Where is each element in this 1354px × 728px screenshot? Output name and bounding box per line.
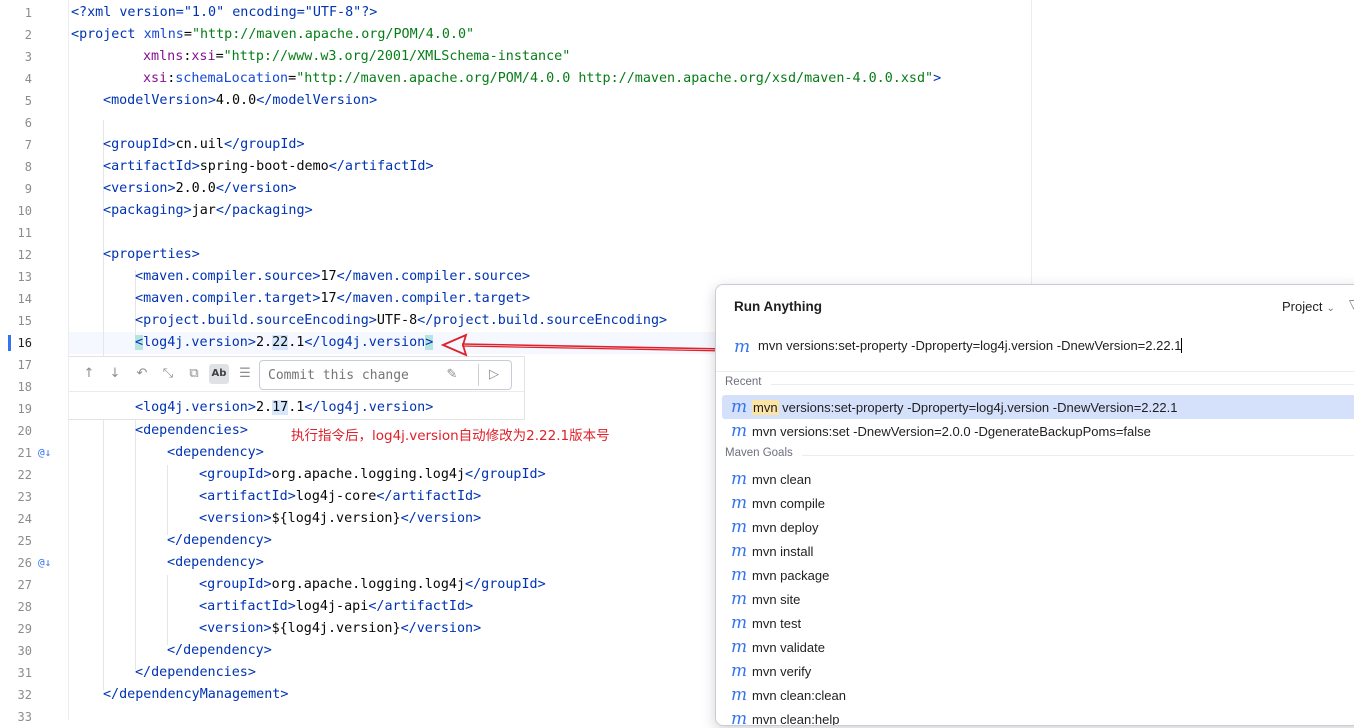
maven-icon: m: [731, 589, 748, 609]
maven-icon: m: [731, 661, 748, 681]
filter-icon[interactable]: ▽: [1349, 297, 1354, 311]
maven-goal-item[interactable]: m mvn deploy: [722, 515, 1354, 539]
run-anything-popup: Run Anything Project⌄ ▽ m mvn versions:s…: [715, 284, 1354, 726]
maven-icon: m: [731, 637, 748, 657]
maven-icon: m: [731, 397, 748, 417]
maven-icon: m: [731, 517, 748, 537]
scope-dropdown[interactable]: Project ⌄: [1282, 299, 1335, 314]
maven-goal-item[interactable]: m mvn clean: [722, 467, 1354, 491]
maven-icon: m: [731, 709, 748, 726]
maven-icon: m: [731, 613, 748, 633]
query-text[interactable]: mvn versions:set-property -Dproperty=log…: [758, 338, 1181, 353]
maven-goal-item[interactable]: m mvn site: [722, 587, 1354, 611]
recent-item[interactable]: m mvn versions:set -DnewVersion=2.0.0 -D…: [722, 419, 1354, 443]
popup-title: Run Anything: [734, 299, 822, 314]
maven-goal-label: mvn install: [752, 544, 814, 559]
maven-goal-label: mvn clean: [752, 472, 812, 487]
maven-icon: m: [731, 493, 748, 513]
recent-section-label: Recent: [725, 376, 762, 388]
maven-icon: m: [731, 469, 748, 489]
maven-goal-label: mvn validate: [752, 640, 825, 655]
maven-goals-section-label: Maven Goals: [725, 447, 793, 459]
maven-goal-label: mvn compile: [752, 496, 825, 511]
maven-goal-item[interactable]: m mvn validate: [722, 635, 1354, 659]
maven-goal-label: mvn test: [752, 616, 802, 631]
maven-goal-item[interactable]: m mvn install: [722, 539, 1354, 563]
maven-goal-label: mvn clean:help: [752, 712, 840, 726]
chevron-down-icon: ⌄: [1326, 303, 1335, 314]
scope-label: Project: [1282, 299, 1323, 314]
maven-goal-label: mvn package: [752, 568, 830, 583]
maven-goal-item[interactable]: m mvn clean:clean: [722, 683, 1354, 707]
maven-icon: m: [734, 337, 751, 357]
maven-goal-item[interactable]: m mvn verify: [722, 659, 1354, 683]
maven-icon: m: [731, 685, 748, 705]
maven-icon: m: [731, 565, 748, 585]
recent-item[interactable]: m mvn versions:set-property -Dproperty=l…: [722, 395, 1354, 419]
run-anything-input[interactable]: m mvn versions:set-property -Dproperty=l…: [716, 331, 1354, 361]
maven-goal-item[interactable]: m mvn package: [722, 563, 1354, 587]
maven-goal-label: mvn clean:clean: [752, 688, 846, 703]
maven-goal-item[interactable]: m mvn clean:help: [722, 707, 1354, 726]
maven-icon: m: [731, 541, 748, 561]
maven-goal-label: mvn verify: [752, 664, 812, 679]
maven-goal-label: mvn site: [752, 592, 801, 607]
maven-goal-label: mvn deploy: [752, 520, 819, 535]
maven-icon: m: [731, 421, 748, 441]
maven-goal-item[interactable]: m mvn test: [722, 611, 1354, 635]
maven-goal-item[interactable]: m mvn compile: [722, 491, 1354, 515]
